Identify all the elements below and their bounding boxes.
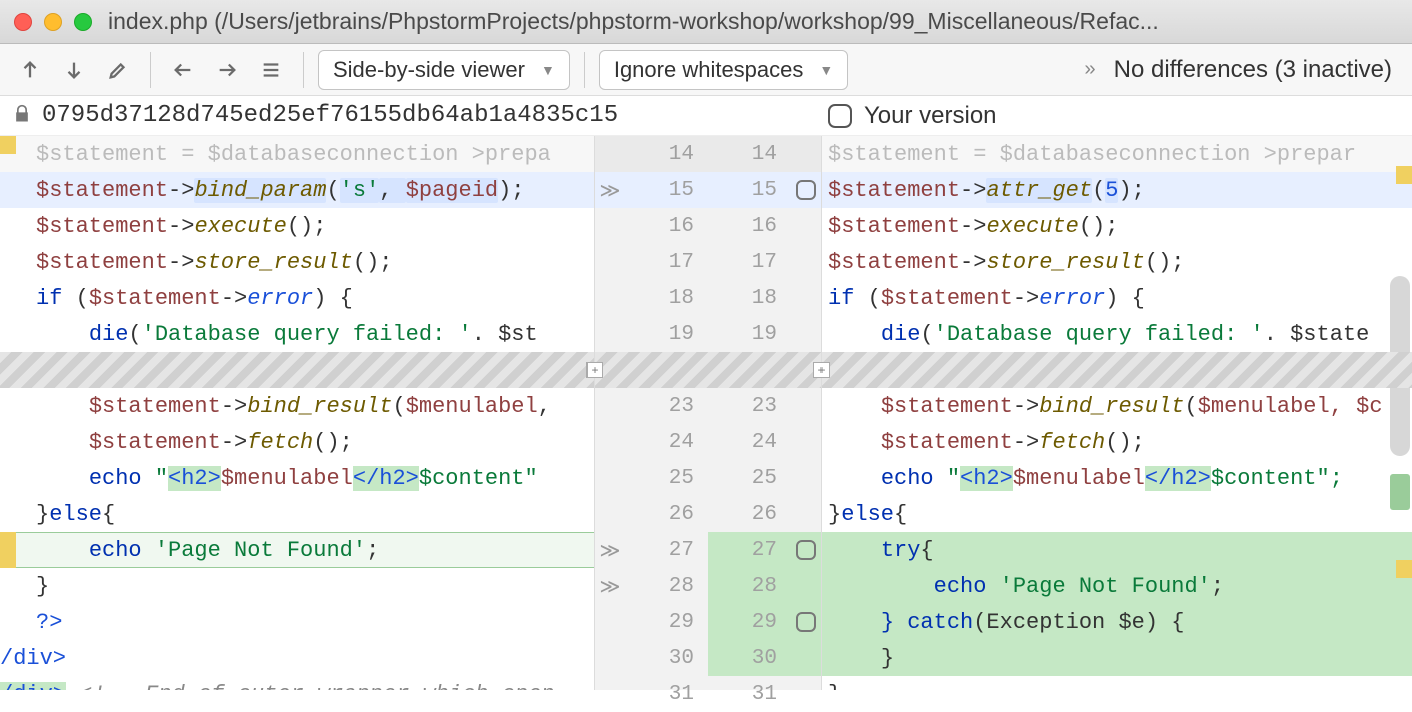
window-titlebar: index.php (/Users/jetbrains/PhpstormProj… <box>0 0 1412 44</box>
code-line: die('Database query failed: ' . $state <box>822 316 1412 352</box>
file-header-row: 0795d37128d745ed25ef76155db64ab1a4835c15… <box>0 96 1412 136</box>
code-line: } <box>822 676 1412 690</box>
fold-separator[interactable]: + <box>822 352 1412 388</box>
apply-arrow-icon[interactable]: ≫ <box>595 538 625 563</box>
line-checkbox[interactable] <box>796 180 816 200</box>
list-icon[interactable] <box>253 52 289 88</box>
your-version-label: Your version <box>864 102 997 130</box>
minimize-window-button[interactable] <box>44 13 62 31</box>
code-line: $statement->execute(); <box>822 208 1412 244</box>
code-line: ?> <box>0 604 594 640</box>
viewer-mode-dropdown[interactable]: Side-by-side viewer ▼ <box>318 50 570 90</box>
code-line: /div> <box>0 640 594 676</box>
whitespace-label: Ignore whitespaces <box>614 57 804 83</box>
code-line: try { <box>822 532 1412 568</box>
separator <box>303 52 304 88</box>
close-window-button[interactable] <box>14 13 32 31</box>
traffic-lights <box>14 13 92 31</box>
code-line: } else { <box>0 496 594 532</box>
accept-all-checkbox[interactable] <box>828 104 852 128</box>
code-line: } <box>822 640 1412 676</box>
code-line: $statement->execute(); <box>0 208 594 244</box>
diff-marker[interactable] <box>1390 474 1410 510</box>
code-line: $statement->bind_param('s', $pageid); <box>0 172 594 208</box>
code-line: $statement->bind_result($menulabel, <box>0 388 594 424</box>
overflow-icon[interactable]: ›› <box>1084 58 1093 81</box>
diff-toolbar: Side-by-side viewer ▼ Ignore whitespaces… <box>0 44 1412 96</box>
line-checkbox[interactable] <box>796 612 816 632</box>
code-line: $statement->attr_get(5); <box>822 172 1412 208</box>
revision-hash: 0795d37128d745ed25ef76155db64ab1a4835c15 <box>42 102 618 129</box>
unfold-icon[interactable]: + <box>822 362 830 378</box>
apply-arrow-icon[interactable]: ≫ <box>595 574 625 599</box>
next-diff-icon[interactable] <box>56 52 92 88</box>
right-diff-pane[interactable]: $statement = $databaseconnection >prepar… <box>822 136 1412 690</box>
code-line: $statement->bind_result($menulabel, $c <box>822 388 1412 424</box>
code-line: } <box>0 568 594 604</box>
viewer-mode-label: Side-by-side viewer <box>333 57 525 83</box>
line-number-gutter: 1414 ≫1515 1616 1717 1818 1919 ++ 2323 2… <box>594 136 822 690</box>
code-line: if ($statement->error) { <box>0 280 594 316</box>
back-icon[interactable] <box>165 52 201 88</box>
gutter-marker <box>1396 166 1412 184</box>
separator <box>584 52 585 88</box>
code-line: } catch (Exception $e) { <box>822 604 1412 640</box>
code-line: die('Database query failed: ' . $st <box>0 316 594 352</box>
apply-arrow-icon[interactable]: ≫ <box>595 178 625 203</box>
prev-diff-icon[interactable] <box>12 52 48 88</box>
lock-icon <box>12 104 32 127</box>
gutter-marker <box>0 136 16 154</box>
unfold-icon[interactable]: + <box>587 362 603 378</box>
line-checkbox[interactable] <box>796 540 816 560</box>
whitespace-dropdown[interactable]: Ignore whitespaces ▼ <box>599 50 848 90</box>
code-line: $statement->store_result(); <box>0 244 594 280</box>
code-line: /div> <!-- End of outer-wrapper which op… <box>0 676 594 690</box>
code-line: if ($statement->error) { <box>822 280 1412 316</box>
gutter-marker <box>1396 560 1412 578</box>
code-line: $statement = $databaseconnection >prepar <box>822 136 1412 172</box>
chevron-down-icon: ▼ <box>819 62 833 78</box>
code-line: } else { <box>822 496 1412 532</box>
code-line: echo 'Page Not Found'; <box>0 532 594 568</box>
left-diff-pane[interactable]: $statement = $databaseconnection >prepa … <box>0 136 594 690</box>
fold-separator[interactable]: + <box>0 352 594 388</box>
separator <box>150 52 151 88</box>
gutter-marker <box>0 532 16 568</box>
code-line: echo "<h2>$menulabel</h2> $content" <box>0 460 594 496</box>
forward-icon[interactable] <box>209 52 245 88</box>
edit-icon[interactable] <box>100 52 136 88</box>
chevron-down-icon: ▼ <box>541 62 555 78</box>
diff-area: $statement = $databaseconnection >prepa … <box>0 136 1412 690</box>
code-line: $statement->fetch(); <box>822 424 1412 460</box>
maximize-window-button[interactable] <box>74 13 92 31</box>
window-title: index.php (/Users/jetbrains/PhpstormProj… <box>108 8 1398 35</box>
diff-status-text: No differences (3 inactive) <box>1114 56 1392 84</box>
code-line: $statement->store_result(); <box>822 244 1412 280</box>
code-line: echo 'Page Not Found'; <box>822 568 1412 604</box>
code-line: echo "<h2>$menulabel</h2> $content"; <box>822 460 1412 496</box>
code-line: $statement->fetch(); <box>0 424 594 460</box>
code-line: $statement = $databaseconnection >prepa <box>0 136 594 172</box>
